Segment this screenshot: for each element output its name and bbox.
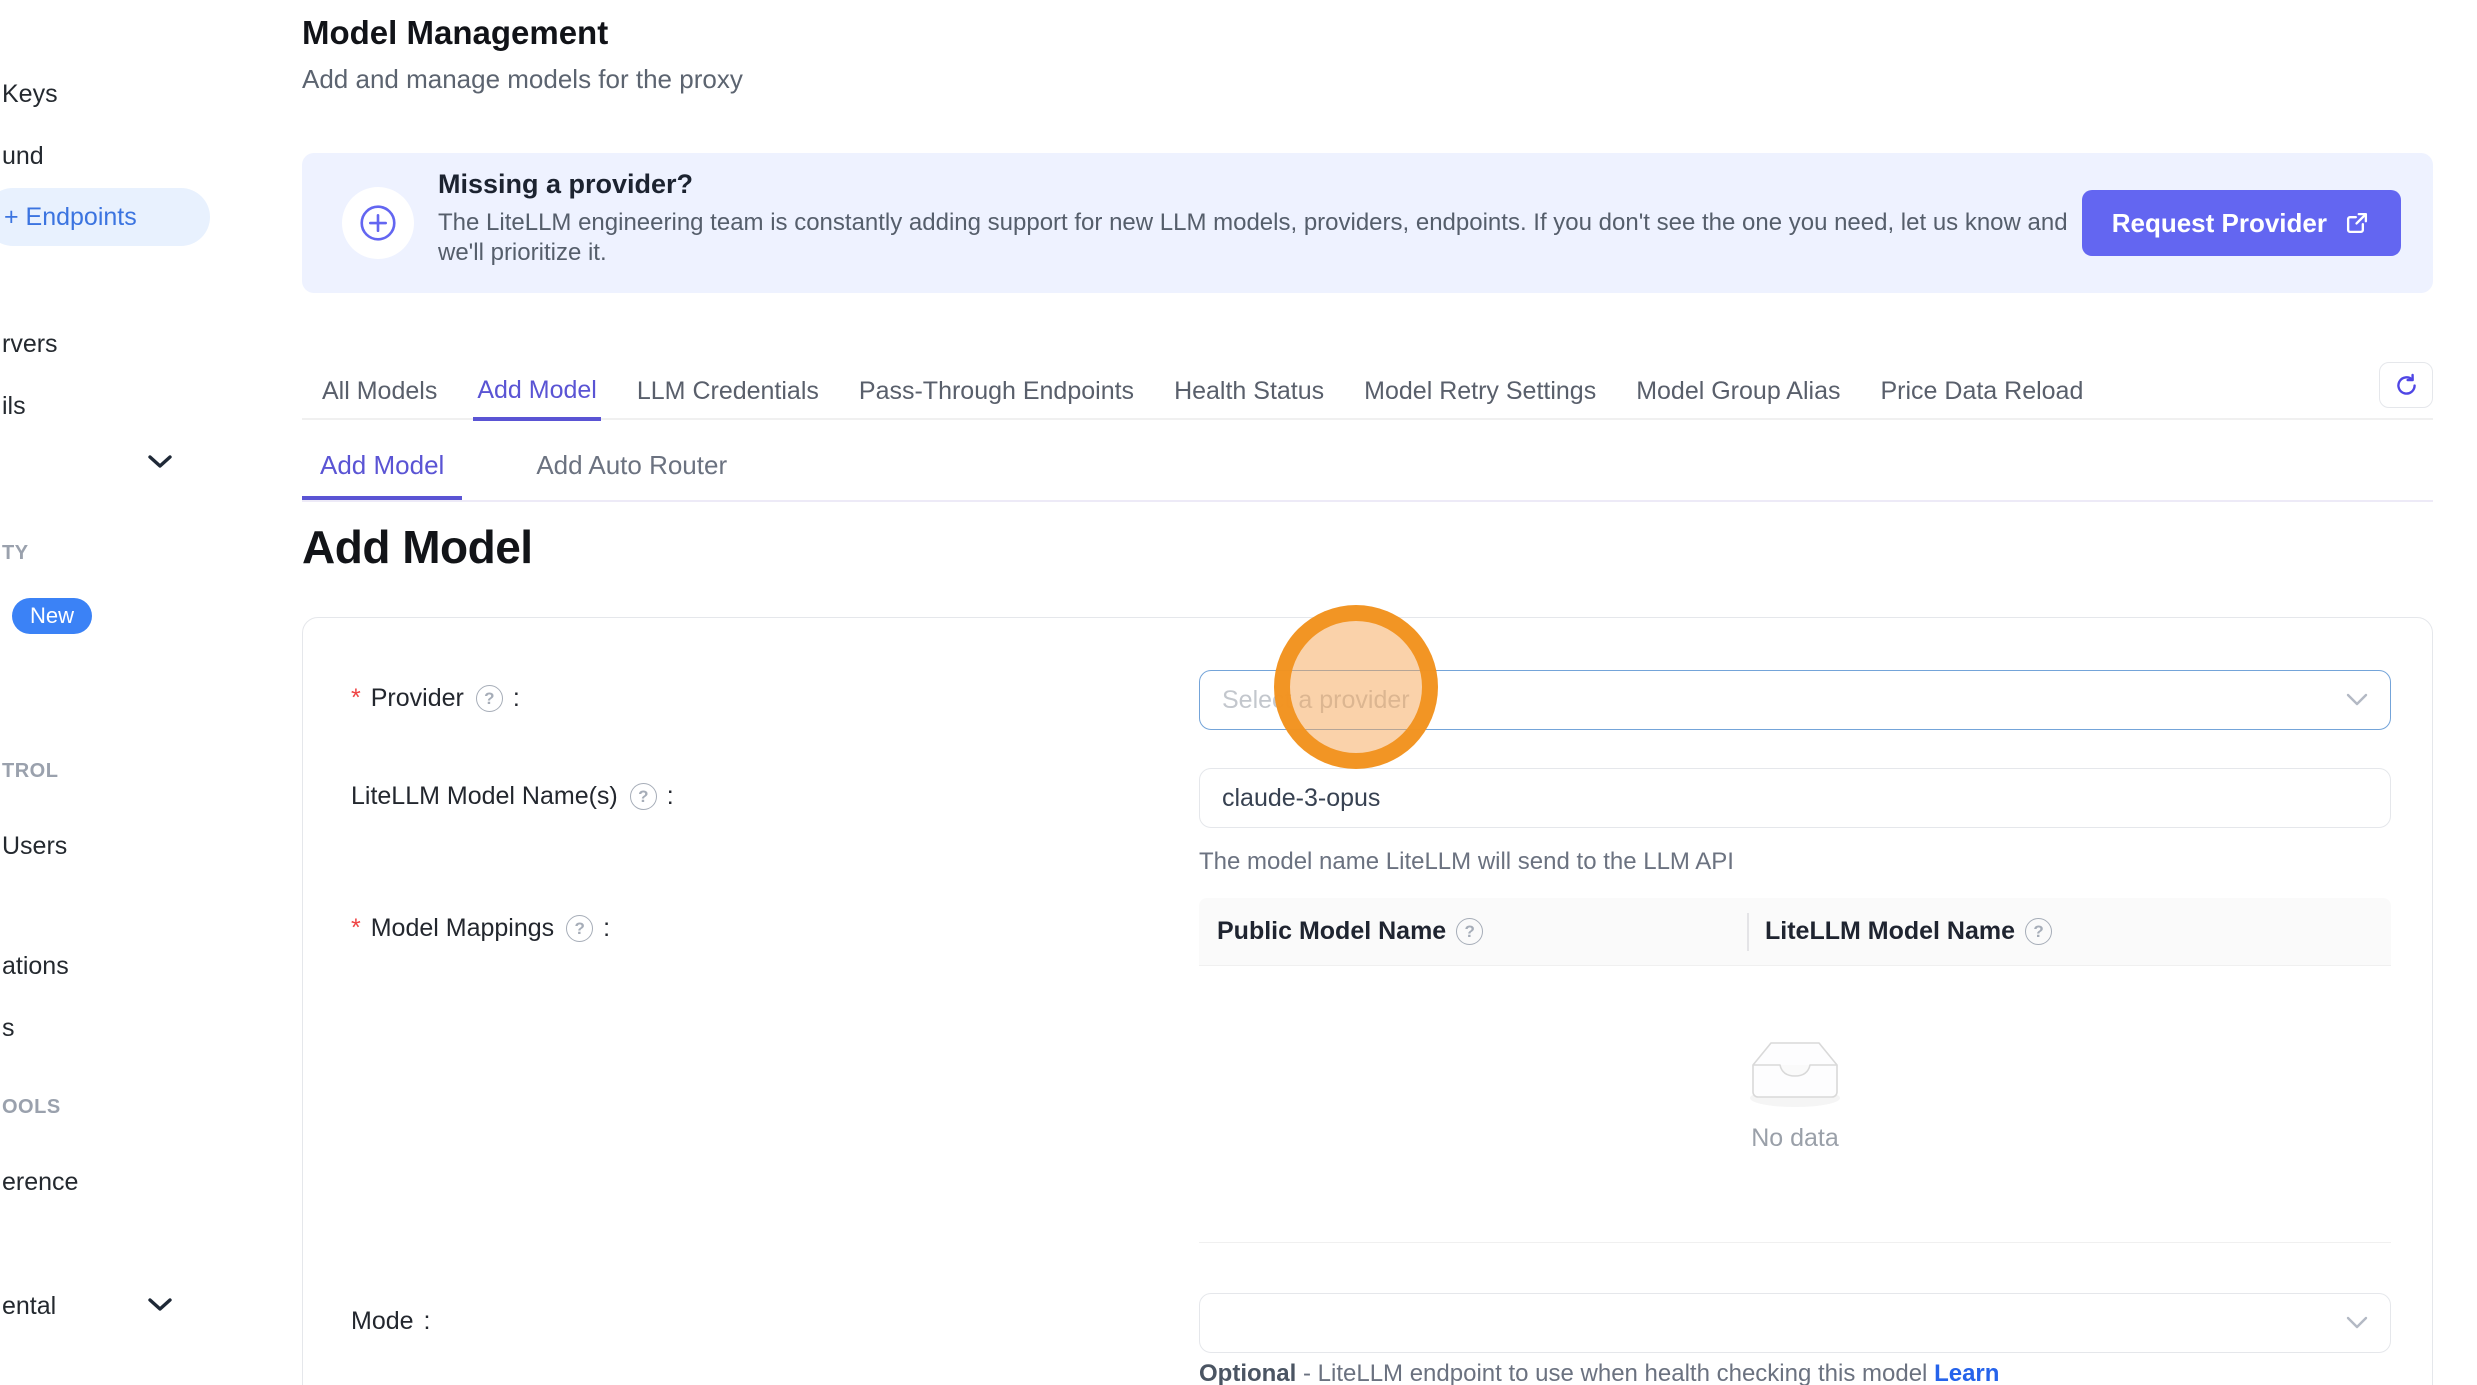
empty-inbox-icon [1740,1032,1850,1110]
request-provider-label: Request Provider [2112,208,2327,239]
chevron-down-icon [2346,693,2368,707]
banner-body-line1: The LiteLLM engineering team is constant… [438,208,2068,238]
sidebar-item-api-reference[interactable]: erence [0,1168,78,1197]
banner-text: Missing a provider? The LiteLLM engineer… [438,169,2068,268]
plus-circle-icon [342,187,414,259]
app-root: Keys und + Endpoints rvers ils TY New TR… [0,0,2477,1385]
tab-price-data-reload[interactable]: Price Data Reload [1876,377,2087,420]
missing-provider-banner: Missing a provider? The LiteLLM engineer… [302,153,2433,293]
sidebar-item-keys[interactable]: Keys [0,80,58,109]
banner-body-line2: we'll prioritize it. [438,238,2068,268]
banner-title: Missing a provider? [438,169,2068,200]
tab-health-status[interactable]: Health Status [1170,377,1328,420]
mode-label: Mode : [351,1307,431,1336]
sidebar-item-playground[interactable]: und [0,142,44,171]
sidebar: Keys und + Endpoints rvers ils TY New TR… [0,0,230,1385]
model-name-value: claude-3-opus [1222,784,1380,813]
chevron-down-icon[interactable] [148,455,172,469]
sidebar-section-tools: OOLS [0,1096,61,1119]
sidebar-item-teams[interactable]: s [0,1014,15,1043]
refresh-icon [2393,372,2420,399]
sidebar-section-observability: TY [0,542,29,565]
model-mappings-table: Public Model Name ? LiteLLM Model Name ? [1199,898,2391,1243]
help-icon[interactable]: ? [630,783,657,810]
add-model-heading: Add Model [302,520,533,574]
page-subtitle: Add and manage models for the proxy [302,64,743,95]
model-name-input[interactable]: claude-3-opus [1199,768,2391,828]
tab-model-retry-settings[interactable]: Model Retry Settings [1360,377,1600,420]
table-header: Public Model Name ? LiteLLM Model Name ? [1199,898,2391,966]
chevron-down-icon[interactable] [148,1298,172,1312]
tab-pass-through-endpoints[interactable]: Pass-Through Endpoints [855,377,1138,420]
help-icon[interactable]: ? [476,685,503,712]
help-icon[interactable]: ? [2025,918,2052,945]
header-divider [1747,913,1749,951]
add-model-subtabs: Add Model Add Auto Router [302,442,2433,502]
model-name-helper: The model name LiteLLM will send to the … [1199,848,2391,876]
model-name-label: LiteLLM Model Name(s) ? : [351,782,674,811]
mode-helper: Optional - LiteLLM endpoint to use when … [1199,1360,2391,1385]
tab-all-models[interactable]: All Models [318,377,441,420]
tab-llm-credentials[interactable]: LLM Credentials [633,377,823,420]
sidebar-item-users[interactable]: Users [0,832,67,861]
model-tabs: All Models Add Model LLM Credentials Pas… [302,362,2433,420]
mode-helper-optional: Optional [1199,1360,1296,1385]
mode-select[interactable] [1199,1293,2391,1353]
sidebar-item-servers[interactable]: rvers [0,330,58,359]
subtab-add-model[interactable]: Add Model [302,442,462,500]
sidebar-item-models-endpoints[interactable]: + Endpoints [0,188,210,246]
learn-more-link[interactable]: Learn [1934,1360,1999,1385]
help-icon[interactable]: ? [1456,918,1483,945]
no-data-text: No data [1751,1124,1839,1153]
required-marker: * [351,684,361,713]
required-marker: * [351,914,361,943]
help-icon[interactable]: ? [566,915,593,942]
sidebar-item-experimental[interactable]: ental [0,1292,56,1321]
sidebar-item-label: + Endpoints [0,203,137,232]
chevron-down-icon [2346,1316,2368,1330]
sidebar-section-access-control: TROL [0,760,58,783]
subtab-add-auto-router[interactable]: Add Auto Router [518,442,745,500]
refresh-button[interactable] [2379,362,2433,408]
tab-add-model[interactable]: Add Model [473,376,601,421]
model-mappings-label: * Model Mappings ? : [351,914,610,943]
tab-model-group-alias[interactable]: Model Group Alias [1632,377,1844,420]
sidebar-item-organizations[interactable]: ations [0,952,69,981]
add-model-form-card: * Provider ? : Select a provider LiteLLM… [302,617,2433,1385]
new-badge: New [12,598,92,634]
page-title: Model Management [302,14,608,52]
column-header-litellm-model-name: LiteLLM Model Name ? [1747,917,2052,946]
external-link-icon [2343,209,2371,237]
sidebar-item-guardrails[interactable]: ils [0,392,26,421]
request-provider-button[interactable]: Request Provider [2082,190,2401,256]
column-header-public-model-name: Public Model Name ? [1199,917,1747,946]
empty-state: No data [1199,966,2391,1242]
provider-placeholder: Select a provider [1222,686,1410,715]
main-content: Model Management Add and manage models f… [302,0,2433,1385]
provider-select[interactable]: Select a provider [1199,670,2391,730]
provider-label: * Provider ? : [351,684,520,713]
